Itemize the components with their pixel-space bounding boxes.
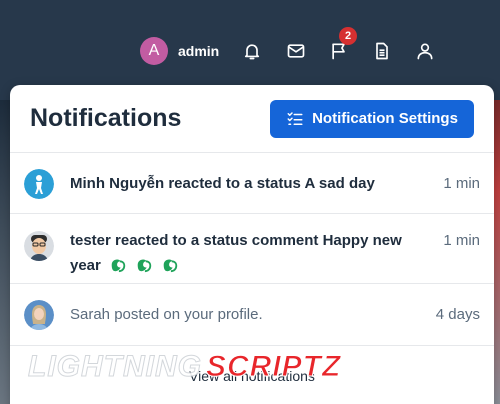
avatar — [24, 300, 54, 330]
flag-badge: 2 — [339, 27, 357, 45]
notification-text: tester reacted to a status comment Happy… — [70, 228, 433, 278]
notification-time: 1 min — [443, 232, 480, 249]
mail-icon[interactable] — [285, 40, 307, 62]
heart-hands-icon — [137, 259, 152, 273]
document-icon[interactable] — [371, 40, 393, 62]
panel-header: Notifications Notification Settings — [10, 85, 494, 153]
watermark-part1: LIGHTNING — [28, 350, 202, 384]
avatar — [24, 231, 54, 261]
bell-icon[interactable] — [241, 40, 263, 62]
avatar — [24, 169, 54, 199]
page-title: Notifications — [30, 104, 182, 132]
settings-button-label: Notification Settings — [312, 110, 458, 127]
user-avatar: A — [140, 37, 168, 65]
watermark-logo: LIGHTNING SCRIPTZ — [28, 350, 341, 384]
watermark-part2: SCRIPTZ — [205, 350, 342, 384]
notification-item[interactable]: Minh Nguyễn reacted to a status A sad da… — [10, 153, 494, 214]
notification-time: 1 min — [443, 175, 480, 192]
notification-time: 4 days — [435, 306, 480, 323]
notification-text: Minh Nguyễn reacted to a status A sad da… — [70, 175, 375, 192]
notification-item[interactable]: tester reacted to a status comment Happy… — [10, 214, 494, 284]
user-menu[interactable]: A admin — [140, 37, 219, 65]
person-icon[interactable] — [414, 40, 436, 62]
checklist-icon — [287, 111, 303, 125]
notification-text: Sarah posted on your profile. — [70, 306, 263, 323]
heart-hands-icon — [111, 259, 126, 273]
notification-item[interactable]: Sarah posted on your profile. 4 days — [10, 284, 494, 346]
heart-hands-icon — [164, 259, 178, 273]
user-name: admin — [178, 43, 220, 59]
notification-settings-button[interactable]: Notification Settings — [270, 99, 474, 138]
